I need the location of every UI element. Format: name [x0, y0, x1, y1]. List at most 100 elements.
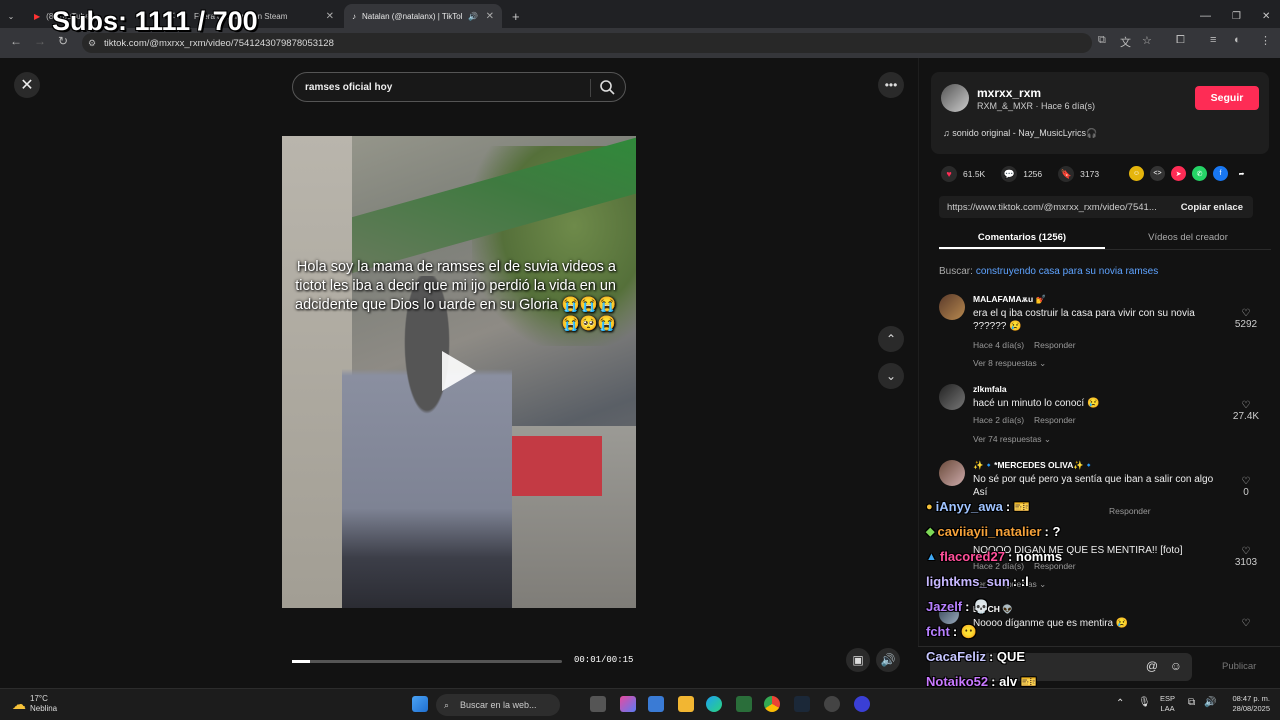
- whatsapp-icon[interactable]: ✆: [1192, 166, 1207, 181]
- heart-outline-icon: ♡: [1241, 400, 1251, 411]
- network-icon[interactable]: ⧉: [1188, 697, 1195, 708]
- search-divider: [590, 79, 591, 97]
- chat-username: CacaFeliz: [926, 649, 986, 664]
- comment-like[interactable]: ♡ 27.4K: [1231, 400, 1261, 422]
- view-replies-button[interactable]: Ver 74 respuestas ⌄: [973, 434, 1051, 445]
- follow-button[interactable]: Seguir: [1195, 86, 1259, 110]
- taskbar-search[interactable]: ⌕ Buscar en la web...: [436, 694, 560, 716]
- close-window-button[interactable]: ✕: [1254, 4, 1278, 28]
- excel-icon[interactable]: [736, 696, 752, 712]
- extensions-icon[interactable]: ⧠: [1176, 34, 1185, 47]
- previous-video-button[interactable]: ⌃: [878, 326, 904, 352]
- publish-button[interactable]: Publicar: [1222, 661, 1256, 672]
- site-info-icon[interactable]: ⚙: [88, 38, 96, 49]
- heart-outline-icon: ♡: [1241, 308, 1251, 319]
- windows-taskbar: ☁ 17°C Neblina ⌕ Buscar en la web... ⌃ 🎙 …: [0, 688, 1280, 720]
- commenter-avatar[interactable]: [939, 460, 965, 486]
- sound-link[interactable]: ♫ sonido original - Nay_MusicLyrics🎧: [943, 128, 1097, 139]
- tab-comments[interactable]: Comentarios (1256): [939, 226, 1105, 249]
- task-view-icon[interactable]: [590, 696, 606, 712]
- reading-list-icon[interactable]: ≡: [1210, 34, 1216, 46]
- view-replies-button[interactable]: Ver 8 respuestas ⌄: [973, 358, 1046, 369]
- copilot-icon[interactable]: [620, 696, 636, 712]
- heart-icon[interactable]: ♥: [941, 166, 957, 182]
- panel-tabs: Comentarios (1256) Vídeos del creador: [939, 226, 1271, 250]
- commenter-avatar[interactable]: [939, 294, 965, 320]
- embed-icon[interactable]: <>: [1150, 166, 1165, 181]
- commenter-avatar[interactable]: [939, 384, 965, 410]
- chat-badge-icon: ◆: [926, 526, 935, 538]
- forward-arrow-icon[interactable]: →: [34, 34, 46, 48]
- close-video-button[interactable]: ✕: [14, 72, 40, 98]
- pip-button[interactable]: ▣: [846, 648, 870, 672]
- author-avatar[interactable]: [941, 84, 969, 112]
- emoji-icon[interactable]: ☺: [1170, 659, 1182, 673]
- weather-icon: ☁: [12, 696, 26, 712]
- comment-like[interactable]: ♡ 3103: [1231, 546, 1261, 568]
- youtube-icon: ▶: [34, 11, 41, 21]
- microphone-icon[interactable]: 🎙: [1138, 697, 1151, 708]
- close-tab-icon[interactable]: ✕: [486, 11, 494, 22]
- bookmark-icon[interactable]: 🔖: [1058, 166, 1075, 182]
- search-suggestion-link[interactable]: construyendo casa para su novia ramses: [976, 266, 1158, 277]
- chat-line: ▲ flacored27: nomms: [926, 549, 1063, 564]
- tab-list-button[interactable]: ⌄: [2, 4, 20, 28]
- store-icon[interactable]: [648, 696, 664, 712]
- heart-outline-icon: ♡: [1241, 618, 1251, 629]
- share-arrow-icon[interactable]: ➦: [1234, 166, 1249, 181]
- video-link-field[interactable]: https://www.tiktok.com/@mxrxx_rxm/video/…: [939, 196, 1253, 218]
- search-icon[interactable]: [599, 79, 615, 95]
- star-icon[interactable]: ☆: [1142, 34, 1152, 47]
- app-icon[interactable]: [854, 696, 870, 712]
- facebook-icon[interactable]: f: [1213, 166, 1228, 181]
- profile-icon[interactable]: ◐: [1234, 34, 1241, 46]
- tab-tiktok[interactable]: ♪ Natalan (@natalanx) | TikTok 🔊 ✕: [344, 4, 502, 28]
- screenshot-icon[interactable]: ⧉: [1098, 34, 1106, 47]
- clock[interactable]: 08:47 p. m. 28/08/2025: [1232, 694, 1270, 714]
- chat-username: Notaiko52: [926, 674, 989, 689]
- next-video-button[interactable]: ⌄: [878, 363, 904, 389]
- search-input[interactable]: ramses oficial hoy: [292, 72, 626, 102]
- play-icon[interactable]: [442, 351, 476, 391]
- tab-creator-videos[interactable]: Vídeos del creador: [1105, 226, 1271, 249]
- menu-dots-icon[interactable]: ⋮: [1260, 34, 1271, 47]
- comment-item: zlkmfala hacé un minuto lo conocí 😢 Hace…: [939, 384, 1271, 454]
- translate-icon[interactable]: 文: [1120, 34, 1131, 50]
- comment-item: MALAFAMAѫu 💅 era el q iba costruir la ca…: [939, 294, 1271, 376]
- copy-link-button[interactable]: Copiar enlace: [1181, 202, 1243, 213]
- volume-icon[interactable]: 🔊: [1204, 697, 1216, 708]
- close-tab-icon[interactable]: ✕: [326, 11, 334, 22]
- file-explorer-icon[interactable]: [678, 696, 694, 712]
- stats-row: ♥ 61.5K 💬 1256 🔖 3173: [941, 166, 1099, 182]
- volume-button[interactable]: 🔊: [876, 648, 900, 672]
- video-player[interactable]: Hola soy la mama de ramses el de suvia v…: [282, 136, 636, 608]
- commenter-name[interactable]: zlkmfala: [973, 384, 1007, 394]
- chrome-icon[interactable]: [764, 696, 780, 712]
- language-indicator[interactable]: ESP LAA: [1160, 694, 1175, 714]
- weather-widget[interactable]: ☁ 17°C Neblina: [12, 694, 57, 714]
- steam-icon[interactable]: [794, 696, 810, 712]
- author-username[interactable]: mxrxx_rxm: [977, 86, 1041, 100]
- comment-icon[interactable]: 💬: [1001, 166, 1018, 182]
- start-icon[interactable]: [412, 696, 428, 712]
- emoji-share-icon[interactable]: ☺: [1129, 166, 1144, 181]
- send-icon[interactable]: ➤: [1171, 166, 1186, 181]
- commenter-name[interactable]: MALAFAMAѫu 💅: [973, 294, 1046, 305]
- obs-icon[interactable]: [824, 696, 840, 712]
- new-tab-button[interactable]: +: [504, 4, 524, 28]
- comment-like[interactable]: ♡ 5292: [1231, 308, 1261, 330]
- maximize-button[interactable]: ❐: [1224, 4, 1249, 28]
- edge-icon[interactable]: [706, 696, 722, 712]
- chat-username: iAnyy_awa: [935, 499, 1003, 514]
- minimize-button[interactable]: —: [1192, 4, 1219, 28]
- reply-button[interactable]: Responder: [1034, 415, 1076, 425]
- comment-like[interactable]: ♡: [1231, 618, 1261, 629]
- chevron-up-icon[interactable]: ⌃: [1116, 698, 1124, 709]
- share-icons: ☺ <> ➤ ✆ f ➦: [1129, 166, 1249, 181]
- more-options-button[interactable]: •••: [878, 72, 904, 98]
- video-progress-bar[interactable]: [292, 660, 562, 663]
- comment-like[interactable]: ♡ 0: [1231, 476, 1261, 498]
- back-arrow-icon[interactable]: ←: [10, 34, 22, 48]
- commenter-name[interactable]: ✨🔹*MERCEDES OLIVA✨🔹: [973, 460, 1095, 471]
- reply-button[interactable]: Responder: [1034, 340, 1076, 350]
